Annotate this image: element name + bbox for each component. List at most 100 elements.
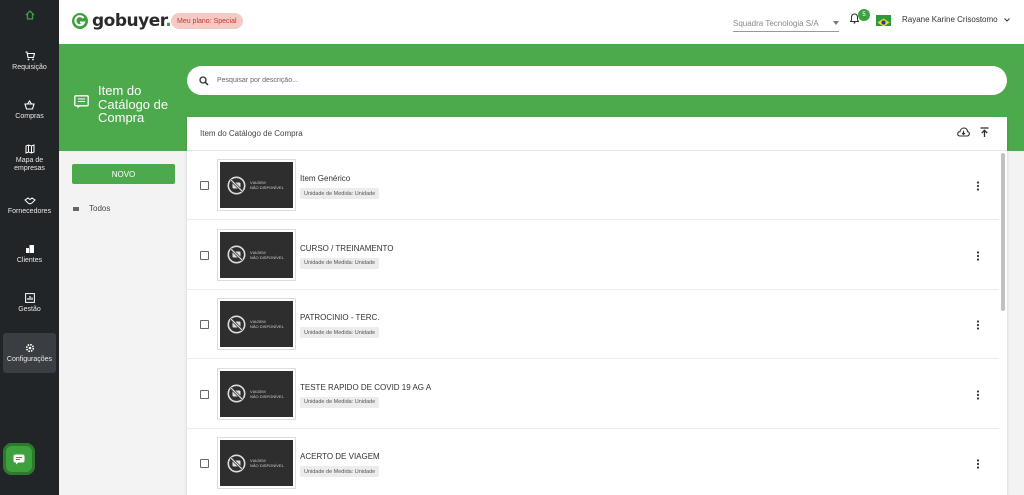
unit-of-measure-badge: Unidade de Medida: Unidade: [300, 188, 380, 199]
sidebar-item-gestao[interactable]: Gestão: [3, 288, 56, 318]
item-checkbox[interactable]: [200, 459, 209, 468]
caret-down-icon: [833, 21, 839, 25]
more-vert-icon[interactable]: [976, 250, 980, 261]
item-checkbox[interactable]: [200, 320, 209, 329]
sidebar-item-label: Compras: [15, 112, 44, 120]
plan-badge[interactable]: Meu plano: Special: [171, 13, 243, 29]
cart-icon: [25, 50, 35, 60]
page-header: Item do Catálogo de Compra: [74, 84, 178, 125]
company-select[interactable]: Squadra Tecnologia S/A: [733, 15, 839, 32]
logo-text: gobuyer.: [92, 11, 172, 31]
unit-of-measure-badge: Unidade de Medida: Unidade: [300, 466, 380, 477]
item-thumbnail: VIAGEM NÃO DISPONÍVEL: [217, 228, 296, 281]
sidebar-item-mapa-de-empresas[interactable]: Mapa de empresas: [3, 138, 56, 178]
gobuyer-logo-icon: [72, 13, 88, 29]
sidebar-item-fornecedores[interactable]: Fornecedores: [3, 191, 56, 221]
more-vert-icon[interactable]: [976, 320, 980, 330]
chat-icon: [13, 454, 25, 464]
item-name: CURSO / TREINAMENTO: [300, 243, 394, 253]
home-button[interactable]: [0, 0, 59, 30]
list-item[interactable]: VIAGEM NÃO DISPONÍVEL CURSO / TREINAMENT…: [187, 221, 999, 290]
logo[interactable]: gobuyer.: [71, 11, 172, 31]
thumbnail-caption-line2: NÃO DISPONÍVEL: [250, 463, 284, 468]
thumbnail-caption: VIAGEM NÃO DISPONÍVEL: [250, 458, 284, 468]
unit-of-measure-badge: Unidade de Medida: Unidade: [300, 396, 380, 408]
page-title: Item do Catálogo de Compra: [98, 83, 169, 125]
sidebar-item-label: Gestão: [18, 305, 41, 313]
thumbnail-caption-line2: NÃO DISPONÍVEL: [250, 324, 284, 329]
more-vert-icon[interactable]: [976, 389, 980, 400]
more-vert-icon[interactable]: [976, 181, 980, 191]
sidebar-item-label: Clientes: [16, 256, 43, 264]
list-item[interactable]: VIAGEM NÃO DISPONÍVEL TESTE RAPIDO DE CO…: [187, 360, 999, 429]
item-thumbnail: VIAGEM NÃO DISPONÍVEL: [217, 159, 296, 211]
new-button[interactable]: NOVO: [72, 164, 175, 184]
sidebar: Requisição Compras Mapa de empresas Forn…: [0, 0, 59, 495]
chart-icon: [24, 292, 35, 303]
chat-button[interactable]: [3, 443, 35, 475]
no-image-icon: [227, 454, 246, 472]
brazil-flag-icon[interactable]: [876, 15, 891, 27]
user-menu[interactable]: Rayane Karine Crisostomo: [902, 15, 1010, 24]
no-image-icon: [227, 384, 246, 403]
cloud-download-icon[interactable]: [957, 127, 970, 137]
list-item[interactable]: VIAGEM NÃO DISPONÍVEL ACERTO DE VIAGEM U…: [187, 429, 999, 495]
unit-of-measure-badge: Unidade de Medida: Unidade: [300, 327, 380, 338]
item-thumbnail: VIAGEM NÃO DISPONÍVEL: [217, 298, 296, 350]
home-icon: [25, 10, 34, 20]
gear-icon: [25, 343, 34, 352]
thumbnail-caption: VIAGEM NÃO DISPONÍVEL: [250, 250, 284, 260]
sidebar-item-clientes[interactable]: Clientes: [3, 239, 56, 269]
search-bar[interactable]: [187, 66, 1007, 95]
item-name: TESTE RAPIDO DE COVID 19 AG A: [300, 382, 432, 392]
basket-icon: [24, 99, 35, 110]
map-icon: [25, 143, 34, 154]
sidebar-item-label: Fornecedores: [7, 207, 52, 215]
filter-all-label: Todos: [89, 204, 111, 213]
catalog-list-card: Item do Catálogo de Compra VIAGEM NÃO DI…: [187, 117, 1007, 495]
item-checkbox[interactable]: [200, 181, 209, 190]
list-header: Item do Catálogo de Compra: [187, 117, 1007, 151]
list-item[interactable]: VIAGEM NÃO DISPONÍVEL PATROCINIO - TERC.…: [187, 290, 999, 359]
list-item[interactable]: VIAGEM NÃO DISPONÍVEL Item Genérico Unid…: [187, 151, 999, 220]
filter-marker-icon: [73, 206, 79, 211]
more-vert-icon[interactable]: [976, 459, 980, 469]
upload-icon[interactable]: [980, 127, 989, 138]
sidebar-item-label: Configurações: [6, 355, 53, 363]
handshake-icon: [23, 196, 36, 205]
item-checkbox[interactable]: [200, 389, 209, 399]
item-checkbox[interactable]: [200, 250, 209, 260]
company-select-value: Squadra Tecnologia S/A: [733, 18, 819, 28]
thumbnail-caption-line2: NÃO DISPONÍVEL: [250, 393, 284, 399]
unit-of-measure-badge: Unidade de Medida: Unidade: [300, 257, 380, 269]
chevron-down-icon: [1003, 17, 1010, 22]
top-bar: gobuyer. Meu plano: Special Squadra Tecn…: [59, 0, 1024, 44]
building-icon: [25, 244, 34, 253]
sidebar-item-label: Requisição: [12, 63, 47, 71]
item-thumbnail: VIAGEM NÃO DISPONÍVEL: [217, 367, 296, 420]
notification-count-badge: 5: [858, 9, 870, 21]
thumbnail-caption-line2: NÃO DISPONÍVEL: [250, 185, 284, 190]
list-scrollbar[interactable]: [1001, 153, 1005, 311]
sidebar-item-requisicao[interactable]: Requisição: [3, 44, 56, 78]
thumbnail-caption-line2: NÃO DISPONÍVEL: [250, 254, 284, 260]
sidebar-item-configuracoes[interactable]: Configurações: [3, 333, 56, 373]
search-input[interactable]: [217, 77, 817, 84]
search-icon: [199, 75, 209, 86]
user-name: Rayane Karine Crisostomo: [902, 15, 998, 24]
item-name: ACERTO DE VIAGEM: [300, 452, 380, 461]
list-header-title: Item do Catálogo de Compra: [200, 129, 303, 138]
thumbnail-caption: VIAGEM NÃO DISPONÍVEL: [250, 319, 284, 329]
no-image-icon: [227, 176, 246, 194]
item-name: Item Genérico: [300, 174, 351, 183]
no-image-icon: [227, 245, 246, 264]
thumbnail-caption: VIAGEM NÃO DISPONÍVEL: [250, 180, 284, 190]
list-alt-icon: [74, 95, 89, 109]
sidebar-item-label: Mapa de empresas: [14, 156, 45, 172]
item-name: PATROCINIO - TERC.: [300, 313, 380, 322]
item-thumbnail: VIAGEM NÃO DISPONÍVEL: [217, 437, 296, 489]
filter-all[interactable]: Todos: [73, 204, 110, 213]
thumbnail-caption: VIAGEM NÃO DISPONÍVEL: [250, 389, 284, 399]
no-image-icon: [227, 315, 246, 333]
sidebar-item-compras[interactable]: Compras: [3, 93, 56, 127]
